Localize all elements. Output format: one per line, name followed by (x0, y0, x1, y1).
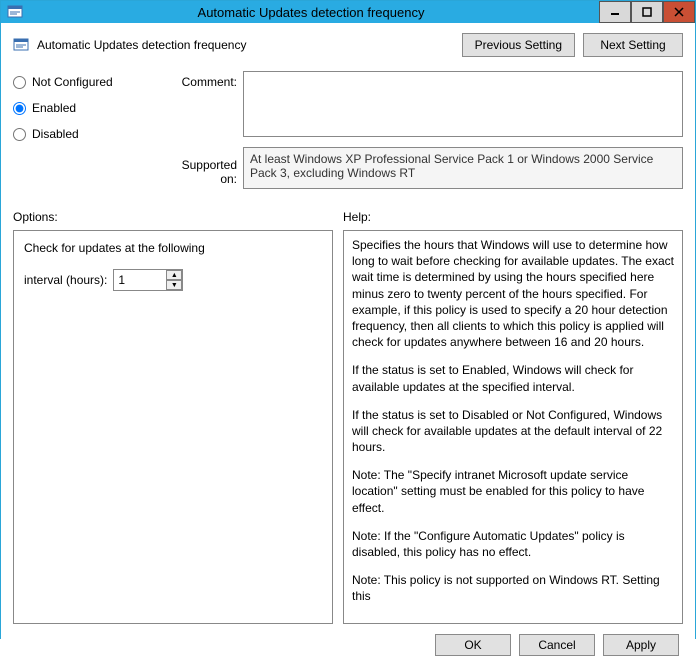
policy-title: Automatic Updates detection frequency (37, 38, 246, 52)
radio-not-configured-input[interactable] (13, 76, 26, 89)
help-panel[interactable]: Specifies the hours that Windows will us… (343, 230, 683, 624)
supported-wrap: At least Windows XP Professional Service… (243, 147, 683, 192)
options-panel: Check for updates at the following inter… (13, 230, 333, 624)
supported-label: Supported on: (163, 154, 243, 186)
close-button[interactable] (663, 1, 695, 23)
maximize-button[interactable] (631, 1, 663, 23)
minimize-button[interactable] (599, 1, 631, 23)
next-setting-button[interactable]: Next Setting (583, 33, 683, 57)
policy-window: Automatic Updates detection frequency Au… (0, 0, 696, 639)
comment-textarea[interactable] (243, 71, 683, 137)
help-p4: Note: The "Specify intranet Microsoft up… (352, 467, 674, 516)
supported-textarea[interactable]: At least Windows XP Professional Service… (243, 147, 683, 189)
options-check-label: Check for updates at the following (24, 241, 322, 255)
window-title: Automatic Updates detection frequency (23, 5, 599, 20)
header-left: Automatic Updates detection frequency (13, 37, 246, 53)
help-p6: Note: This policy is not supported on Wi… (352, 572, 674, 604)
help-p5: Note: If the "Configure Automatic Update… (352, 528, 674, 560)
footer-buttons: OK Cancel Apply (13, 624, 683, 660)
radio-disabled[interactable]: Disabled (13, 127, 163, 141)
spinner-up[interactable]: ▲ (166, 270, 182, 280)
radio-not-configured-label: Not Configured (32, 75, 113, 89)
spinner-down[interactable]: ▼ (166, 280, 182, 290)
help-p1: Specifies the hours that Windows will us… (352, 237, 674, 350)
state-radios: Not Configured Enabled Disabled (13, 71, 163, 141)
spinner-buttons: ▲ ▼ (166, 270, 182, 290)
apply-button[interactable]: Apply (603, 634, 679, 656)
ok-button[interactable]: OK (435, 634, 511, 656)
top-grid: Not Configured Enabled Disabled Comment:… (13, 71, 683, 192)
mid-labels: Options: Help: (13, 210, 683, 224)
panels: Check for updates at the following inter… (13, 230, 683, 624)
interval-row: interval (hours): ▲ ▼ (24, 269, 322, 291)
client-area: Automatic Updates detection frequency Pr… (1, 23, 695, 668)
titlebar[interactable]: Automatic Updates detection frequency (1, 1, 695, 23)
help-label: Help: (343, 210, 371, 224)
policy-icon (13, 37, 29, 53)
comment-label: Comment: (163, 71, 243, 89)
radio-enabled[interactable]: Enabled (13, 101, 163, 115)
interval-label: interval (hours): (24, 273, 107, 287)
titlebar-left (7, 4, 23, 20)
radio-not-configured[interactable]: Not Configured (13, 75, 163, 89)
app-icon (7, 4, 23, 20)
nav-buttons: Previous Setting Next Setting (462, 33, 683, 57)
help-p2: If the status is set to Enabled, Windows… (352, 362, 674, 394)
radio-disabled-input[interactable] (13, 128, 26, 141)
radio-disabled-label: Disabled (32, 127, 79, 141)
header-row: Automatic Updates detection frequency Pr… (13, 33, 683, 57)
radio-enabled-input[interactable] (13, 102, 26, 115)
comment-wrap (243, 71, 683, 140)
radio-enabled-label: Enabled (32, 101, 76, 115)
interval-spinner: ▲ ▼ (113, 269, 183, 291)
previous-setting-button[interactable]: Previous Setting (462, 33, 575, 57)
cancel-button[interactable]: Cancel (519, 634, 595, 656)
options-label: Options: (13, 210, 343, 224)
help-p3: If the status is set to Disabled or Not … (352, 407, 674, 456)
window-controls (599, 1, 695, 23)
